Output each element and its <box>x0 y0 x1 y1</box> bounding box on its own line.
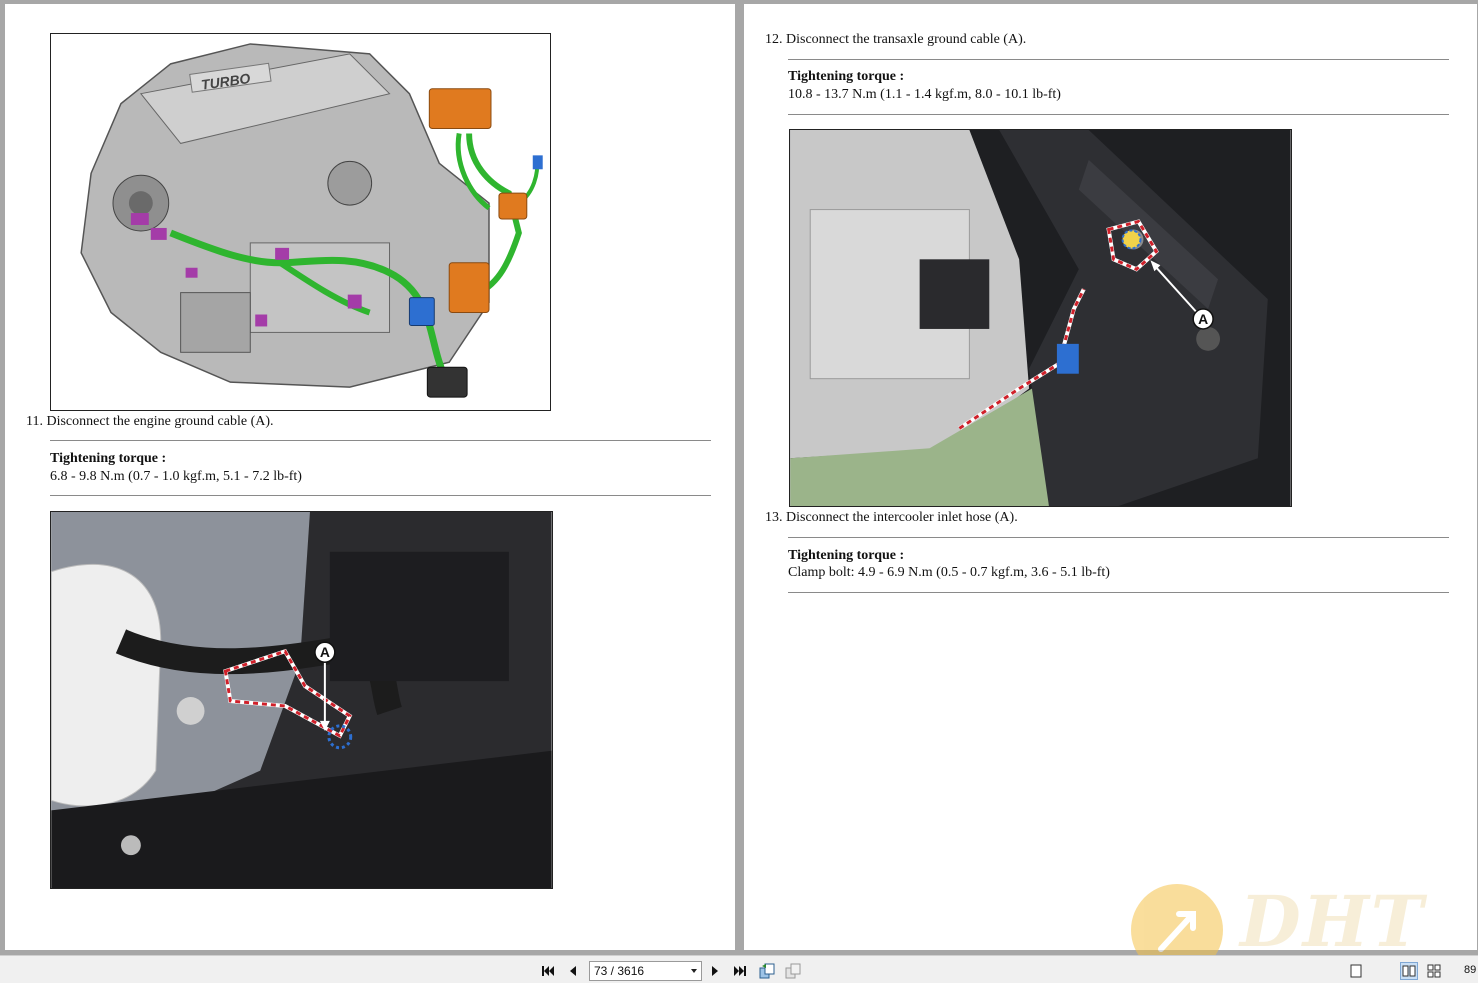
engine-ground-cable-scene: A <box>51 512 552 888</box>
chevron-down-icon <box>691 969 697 973</box>
torque-value: 6.8 - 9.8 N.m (0.7 - 1.0 kgf.m, 5.1 - 7.… <box>50 469 302 484</box>
two-page-icon[interactable] <box>1400 962 1418 980</box>
prev-view-icon[interactable] <box>758 962 776 980</box>
torque-value: 10.8 - 13.7 N.m (1.1 - 1.4 kgf.m, 8.0 - … <box>788 87 1061 102</box>
last-page-icon[interactable] <box>731 962 749 980</box>
divider <box>50 440 711 441</box>
zoom-level: 89 <box>1464 964 1477 976</box>
step-number: 11. <box>26 414 43 429</box>
divider <box>50 495 711 496</box>
step-13: 13. Disconnect the intercooler inlet hos… <box>765 510 1018 526</box>
divider <box>788 537 1449 538</box>
engine-harness-figure: TURBO <box>50 33 551 411</box>
left-page: TURBO 11. Disconnect the engine ground c… <box>5 4 735 950</box>
next-view-icon[interactable] <box>784 962 802 980</box>
first-page-icon[interactable] <box>539 962 557 980</box>
divider <box>788 59 1449 60</box>
step-11: 11. Disconnect the engine ground cable (… <box>26 414 274 430</box>
page-number-value: 73 / 3616 <box>594 964 645 978</box>
divider <box>788 114 1449 115</box>
page-number-select[interactable]: 73 / 3616 <box>589 961 702 981</box>
step-text: Disconnect the intercooler inlet hose (A… <box>786 510 1018 525</box>
divider <box>788 592 1449 593</box>
prev-page-icon[interactable] <box>564 962 582 980</box>
step-number: 12. <box>765 32 783 47</box>
document-viewer: TURBO 11. Disconnect the engine ground c… <box>0 0 1478 955</box>
next-page-icon[interactable] <box>706 962 724 980</box>
torque-label: Tightening torque : <box>788 69 905 84</box>
transaxle-ground-cable-photo: A <box>789 129 1292 507</box>
step-number: 13. <box>765 510 783 525</box>
navigation-toolbar: 73 / 3616 89 <box>0 955 1478 983</box>
torque-label: Tightening torque : <box>50 451 167 466</box>
step-12: 12. Disconnect the transaxle ground cabl… <box>765 32 1026 48</box>
torque-value: Clamp bolt: 4.9 - 6.9 N.m (0.5 - 0.7 kgf… <box>788 565 1110 580</box>
single-page-icon[interactable] <box>1347 962 1365 980</box>
step-text: Disconnect the engine ground cable (A). <box>46 414 274 429</box>
engine-ground-cable-photo: A <box>50 511 553 889</box>
engine-harness-drawing: TURBO <box>51 34 550 410</box>
right-page: 12. Disconnect the transaxle ground cabl… <box>744 4 1477 950</box>
transaxle-ground-cable-scene: A <box>790 130 1291 506</box>
torque-label: Tightening torque : <box>788 548 905 563</box>
callout-a: A <box>320 644 330 660</box>
callout-a: A <box>1198 311 1208 327</box>
continuous-icon[interactable] <box>1425 962 1443 980</box>
step-text: Disconnect the transaxle ground cable (A… <box>786 32 1027 47</box>
